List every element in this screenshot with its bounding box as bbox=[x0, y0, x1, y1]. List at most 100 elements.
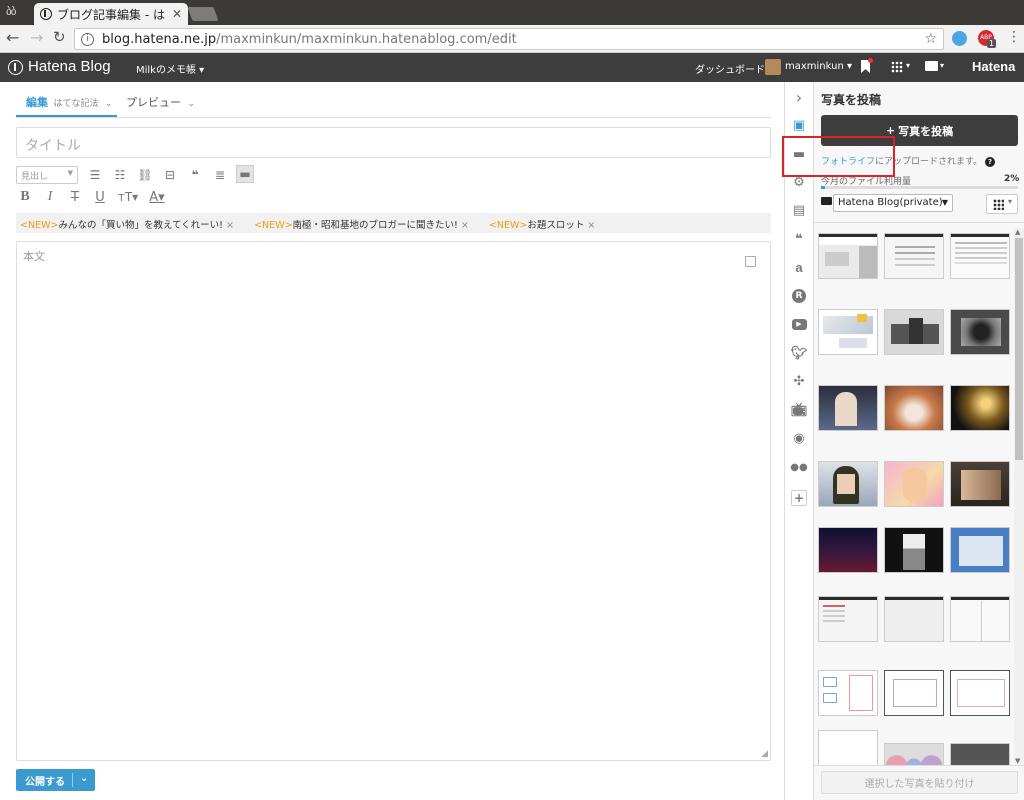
photo-thumbnail[interactable] bbox=[950, 385, 1010, 431]
underline-icon[interactable]: U bbox=[91, 188, 109, 206]
reload-icon[interactable]: ↻ bbox=[53, 28, 66, 46]
photo-thumbnail[interactable] bbox=[950, 596, 1010, 642]
tab-preview[interactable]: プレビュー ⌄ bbox=[126, 94, 195, 110]
new-tab-button[interactable] bbox=[187, 7, 219, 21]
photo-thumbnail[interactable] bbox=[950, 527, 1010, 573]
photo-thumbnail[interactable] bbox=[818, 596, 878, 642]
incognito-icon: ბბ bbox=[6, 5, 16, 18]
rakuten-icon[interactable]: R bbox=[791, 288, 807, 304]
photo-thumbnail[interactable] bbox=[884, 670, 944, 716]
resize-handle-icon[interactable]: ◢ bbox=[761, 749, 768, 759]
photo-thumbnail[interactable] bbox=[884, 385, 944, 431]
browser-tab-active[interactable]: ブログ記事編集 - は ✕ bbox=[34, 3, 188, 25]
amazon-icon[interactable]: a bbox=[791, 259, 807, 275]
photo-thumbnail[interactable] bbox=[950, 233, 1010, 279]
body-placeholder: 本文 bbox=[23, 250, 45, 263]
twitter-icon[interactable]: 🐦︎ bbox=[791, 345, 808, 361]
youtube-icon[interactable]: ▶ bbox=[791, 316, 807, 332]
username-menu[interactable]: maxminkun ▾ bbox=[785, 61, 852, 72]
view-mode-button[interactable]: ▾ bbox=[986, 194, 1018, 214]
bookmark-star-icon[interactable]: ☆ bbox=[924, 31, 937, 47]
body-textarea[interactable]: 本文 ◢ bbox=[16, 241, 771, 761]
heading-select[interactable]: 見出し ▼ bbox=[16, 166, 78, 184]
toolbar-toggle-icon[interactable]: ▬ bbox=[236, 165, 254, 183]
tv-icon[interactable]: 📺︎ bbox=[791, 402, 808, 418]
bullet-list-icon[interactable]: ☰ bbox=[86, 166, 104, 184]
horizontal-rule-icon[interactable]: ⊟ bbox=[161, 166, 179, 184]
close-icon[interactable]: × bbox=[587, 220, 595, 231]
flickr-icon[interactable]: ●● bbox=[790, 459, 807, 475]
photo-thumbnail[interactable] bbox=[950, 309, 1010, 355]
bold-icon[interactable]: B bbox=[16, 188, 34, 206]
photo-thumbnail[interactable] bbox=[884, 596, 944, 642]
strikethrough-icon[interactable]: T bbox=[66, 188, 84, 206]
apps-caret-icon: ▾ bbox=[906, 61, 911, 70]
publish-button[interactable]: 公開する ⌄ bbox=[16, 769, 95, 791]
topic-item[interactable]: <NEW>南極・昭和基地のブロガーに聞きたい! × bbox=[254, 220, 469, 231]
font-color-icon[interactable]: A▾ bbox=[146, 188, 168, 206]
more-separator-icon[interactable]: ≣ bbox=[211, 166, 229, 184]
quote-icon[interactable]: ❝ bbox=[791, 231, 807, 247]
photo-thumbnail[interactable] bbox=[818, 385, 878, 431]
topic-new-tag: <NEW> bbox=[254, 220, 293, 231]
topic-item[interactable]: <NEW>お題スロット × bbox=[489, 220, 595, 231]
github-icon[interactable]: ◉ bbox=[791, 430, 807, 446]
photo-thumbnail[interactable] bbox=[818, 461, 878, 507]
link-icon[interactable]: ⛓ bbox=[136, 166, 154, 184]
photo-icon[interactable]: ▣ bbox=[791, 117, 807, 133]
pinwheel-icon[interactable]: ✣ bbox=[791, 373, 807, 389]
photo-thumbnail[interactable] bbox=[884, 743, 944, 765]
forward-icon[interactable]: → bbox=[30, 28, 43, 47]
extension-bird-icon[interactable] bbox=[952, 31, 967, 46]
photo-thumbnail[interactable] bbox=[884, 233, 944, 279]
publish-options-chevron-icon[interactable]: ⌄ bbox=[72, 773, 88, 787]
help-icon[interactable]: ? bbox=[985, 157, 995, 167]
italic-icon[interactable]: I bbox=[41, 188, 59, 206]
avatar[interactable] bbox=[765, 59, 781, 75]
tab-divider bbox=[16, 117, 771, 118]
quote-icon[interactable]: ❝ bbox=[186, 166, 204, 184]
photo-thumbnail[interactable] bbox=[884, 461, 944, 507]
numbered-list-icon[interactable]: ☷ bbox=[111, 166, 129, 184]
close-icon[interactable]: × bbox=[461, 220, 469, 231]
address-input[interactable]: i blog.hatena.ne.jp/maxminkun/maxminkun.… bbox=[74, 28, 944, 50]
browser-menu-icon[interactable]: ⋮ bbox=[1007, 29, 1021, 45]
photo-thumbnail[interactable] bbox=[818, 309, 878, 355]
copy-icon[interactable] bbox=[745, 256, 756, 267]
photo-thumbnail[interactable] bbox=[950, 743, 1010, 765]
hatena-blog-logo[interactable]: Hatena Blog bbox=[28, 58, 111, 75]
blog-selector[interactable]: Milkのメモ帳 ▾ bbox=[136, 61, 204, 76]
paste-selected-button[interactable]: 選択した写真を貼り付け bbox=[821, 771, 1018, 794]
photo-thumbnail[interactable] bbox=[818, 730, 878, 765]
photo-thumbnail[interactable] bbox=[950, 670, 1010, 716]
editor-area: 編集 はてな記法 ⌄ プレビュー ⌄ タイトル 見出し ▼ ☰ ☷ ⛓ ⊟ ❝ … bbox=[0, 82, 784, 800]
panel-footer-divider bbox=[814, 765, 1024, 766]
photo-thumbnail[interactable] bbox=[950, 461, 1010, 507]
tab-edit[interactable]: 編集 はてな記法 ⌄ bbox=[26, 94, 113, 110]
photo-thumbnail[interactable] bbox=[818, 670, 878, 716]
photo-thumbnail[interactable] bbox=[818, 233, 878, 279]
document-icon[interactable]: ▤ bbox=[791, 202, 807, 218]
collapse-chevron-icon[interactable]: › bbox=[791, 88, 807, 107]
photo-thumbnail[interactable] bbox=[884, 309, 944, 355]
scroll-up-icon[interactable]: ▲ bbox=[1015, 228, 1020, 236]
usage-value: 2% bbox=[1004, 174, 1020, 184]
comment-icon[interactable] bbox=[925, 61, 938, 71]
photo-grid-scrollbar[interactable]: ▲ ▼ bbox=[1014, 228, 1024, 765]
hatena-link[interactable]: Hatena bbox=[972, 59, 1015, 74]
hatena-logo-icon[interactable] bbox=[8, 60, 23, 75]
topic-item[interactable]: <NEW>みんなの「買い物」を教えてくれーい! × bbox=[20, 220, 234, 231]
folder-select[interactable]: Hatena Blog(private) ▼ bbox=[833, 194, 953, 212]
back-icon[interactable]: ← bbox=[6, 28, 19, 47]
scroll-down-icon[interactable]: ▼ bbox=[1015, 757, 1020, 765]
scrollbar-thumb[interactable] bbox=[1015, 238, 1023, 460]
dashboard-link[interactable]: ダッシュボード bbox=[695, 61, 765, 76]
title-input[interactable]: タイトル bbox=[16, 127, 771, 158]
font-size-icon[interactable]: ᴛT▾ bbox=[116, 188, 140, 206]
photo-thumbnail[interactable] bbox=[818, 527, 878, 573]
add-plugin-icon[interactable]: + bbox=[791, 490, 807, 506]
photo-thumbnail[interactable] bbox=[884, 527, 944, 573]
tab-close-icon[interactable]: ✕ bbox=[172, 7, 182, 21]
close-icon[interactable]: × bbox=[226, 220, 234, 231]
apps-grid-icon[interactable] bbox=[891, 61, 903, 73]
